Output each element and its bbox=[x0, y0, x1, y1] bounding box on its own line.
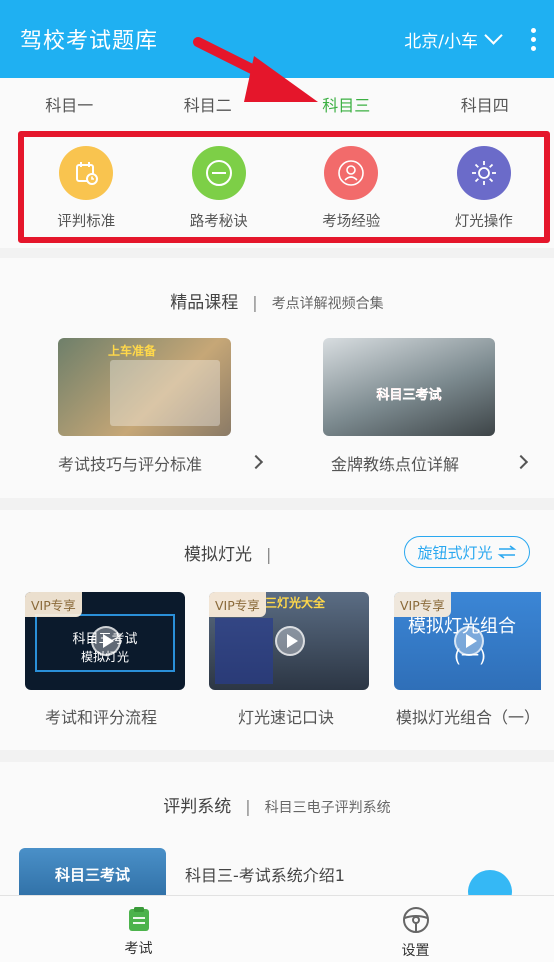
minus-circle-icon bbox=[191, 146, 246, 200]
section-header: 精品课程 | 考点详解视频合集 bbox=[170, 293, 384, 313]
lights-caption[interactable]: 模拟灯光组合（一） bbox=[396, 704, 540, 728]
quick-road-tips[interactable]: 路考秘诀 bbox=[153, 132, 286, 244]
city-label: 北京/小车 bbox=[404, 31, 478, 52]
thumb-text: 科目三考试 bbox=[54, 866, 130, 884]
section-subtitle: 科目三电子评判系统 bbox=[264, 800, 391, 816]
play-icon bbox=[91, 626, 121, 656]
vip-badge: VIP专享 bbox=[25, 592, 82, 617]
judging-item-title[interactable]: 科目三-考试系统介绍1 bbox=[185, 862, 345, 886]
more-menu-icon[interactable] bbox=[530, 27, 536, 51]
vip-badge: VIP专享 bbox=[394, 592, 451, 617]
thumb-title: 科目三考试 bbox=[376, 388, 442, 403]
lights-thumbnail[interactable]: 科目三考试 模拟灯光 VIP专享 bbox=[25, 592, 185, 690]
quick-label: 路考秘诀 bbox=[189, 214, 248, 230]
tab-subject-1[interactable]: 科目一 bbox=[0, 78, 139, 134]
city-selector[interactable]: 北京/小车 bbox=[404, 26, 503, 52]
app-title: 驾校考试题库 bbox=[20, 29, 159, 54]
person-icon bbox=[324, 146, 379, 200]
quick-judging-standard[interactable]: 评判标准 bbox=[20, 132, 153, 244]
course-thumbnail[interactable]: 科目三考试 bbox=[323, 338, 495, 436]
premium-course-section: 精品课程 | 考点详解视频合集 上车准备 考试技巧与评分标准 科目三考试 金牌教练点… bbox=[0, 258, 554, 498]
play-icon bbox=[275, 626, 305, 656]
thumb-text-card bbox=[110, 360, 220, 426]
nav-settings[interactable]: 设置 bbox=[277, 896, 554, 962]
section-title: 模拟灯光 bbox=[184, 545, 252, 565]
steering-wheel-icon bbox=[402, 907, 429, 933]
quick-light-operation[interactable]: 灯光操作 bbox=[418, 132, 551, 244]
subject-panel: 科目一 科目二 科目三 科目四 评判标准 路考秘诀 考场经验 灯光操作 bbox=[0, 78, 554, 248]
thumb-title: 上车准备 bbox=[108, 344, 157, 358]
section-header: 评判系统 | 科目三电子评判系统 bbox=[163, 797, 391, 817]
chevron-right-icon[interactable] bbox=[513, 454, 529, 470]
lights-caption[interactable]: 考试和评分流程 bbox=[45, 704, 157, 728]
clipboard-icon bbox=[128, 907, 149, 931]
thumb-line1: 三灯光大全 bbox=[265, 596, 326, 610]
course-caption[interactable]: 考试技巧与评分标准 bbox=[58, 451, 202, 475]
vip-badge: VIP专享 bbox=[209, 592, 266, 617]
section-title: 评判系统 bbox=[163, 797, 232, 817]
quick-label: 灯光操作 bbox=[454, 214, 513, 230]
knob-light-button[interactable]: 旋钮式灯光 bbox=[404, 536, 530, 568]
nav-exam[interactable]: 考试 bbox=[0, 896, 277, 962]
tab-subject-3[interactable]: 科目三 bbox=[277, 78, 416, 134]
quick-actions: 评判标准 路考秘诀 考场经验 灯光操作 bbox=[20, 132, 550, 244]
calendar-clock-icon bbox=[59, 146, 114, 200]
lights-caption[interactable]: 灯光速记口诀 bbox=[238, 704, 334, 728]
tab-subject-2[interactable]: 科目二 bbox=[139, 78, 278, 134]
bottom-nav: 考试 设置 bbox=[0, 895, 554, 962]
sun-icon bbox=[456, 146, 511, 200]
quick-label: 评判标准 bbox=[57, 214, 116, 230]
nav-label: 考试 bbox=[124, 941, 153, 957]
section-subtitle: 考点详解视频合集 bbox=[271, 296, 384, 312]
chevron-down-icon bbox=[484, 26, 503, 45]
course-thumbnail[interactable]: 上车准备 bbox=[58, 338, 231, 436]
quick-label: 考场经验 bbox=[322, 214, 381, 230]
knob-light-label: 旋钮式灯光 bbox=[417, 543, 493, 562]
chevron-right-icon[interactable] bbox=[248, 454, 264, 470]
nav-label: 设置 bbox=[401, 943, 430, 959]
section-header: 模拟灯光 | bbox=[184, 545, 272, 565]
play-icon bbox=[454, 626, 484, 656]
quick-exam-experience[interactable]: 考场经验 bbox=[285, 132, 418, 244]
section-title: 精品课程 bbox=[170, 293, 239, 313]
tab-subject-4[interactable]: 科目四 bbox=[416, 78, 554, 134]
judging-system-section: 评判系统 | 科目三电子评判系统 科目三考试 科目三-考试系统介绍1 bbox=[0, 762, 554, 914]
swap-arrows-icon bbox=[497, 545, 516, 559]
lights-thumbnail[interactable]: 三灯光大全 VIP专享 bbox=[209, 592, 369, 690]
lights-thumbnail[interactable]: 模拟灯光组合 (一) VIP专享 bbox=[394, 592, 541, 690]
app-header: 驾校考试题库 北京/小车 bbox=[0, 0, 554, 78]
subject-tabs: 科目一 科目二 科目三 科目四 bbox=[0, 78, 554, 134]
course-caption[interactable]: 金牌教练点位详解 bbox=[331, 451, 459, 475]
